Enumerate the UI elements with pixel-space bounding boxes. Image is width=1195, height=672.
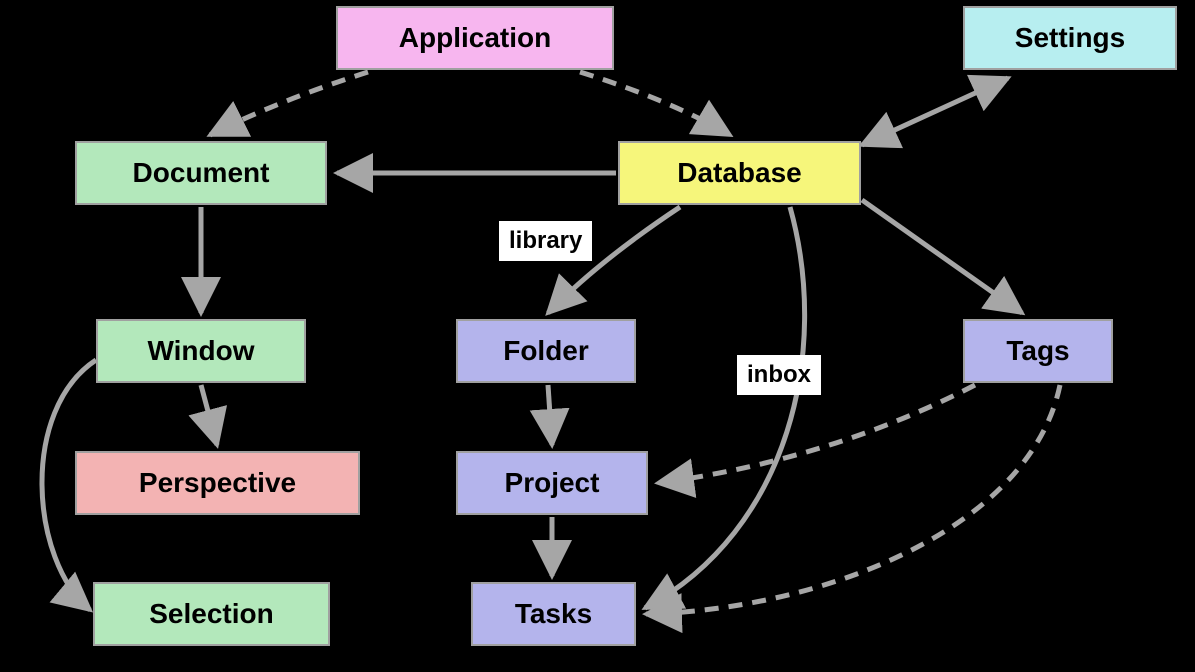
edge-label-library-text: library xyxy=(509,227,582,254)
node-project-label: Project xyxy=(505,467,600,499)
edge-window-perspective xyxy=(201,385,217,445)
node-tasks-label: Tasks xyxy=(515,598,592,630)
edge-label-inbox-text: inbox xyxy=(747,361,811,388)
node-settings-label: Settings xyxy=(1015,22,1125,54)
node-folder-label: Folder xyxy=(503,335,589,367)
node-settings: Settings xyxy=(963,6,1177,70)
node-document-label: Document xyxy=(133,157,270,189)
edge-tags-project xyxy=(658,385,975,483)
node-tasks: Tasks xyxy=(471,582,636,646)
edge-database-tasks xyxy=(645,207,805,608)
node-window: Window xyxy=(96,319,306,383)
edge-application-database xyxy=(580,72,730,135)
edge-label-inbox: inbox xyxy=(737,355,821,395)
edge-database-tags xyxy=(862,200,1022,313)
node-selection: Selection xyxy=(93,582,330,646)
node-application: Application xyxy=(336,6,614,70)
node-tags-label: Tags xyxy=(1006,335,1069,367)
node-selection-label: Selection xyxy=(149,598,273,630)
diagram-canvas: Application Settings Document Database W… xyxy=(0,0,1195,672)
edge-folder-project xyxy=(548,385,552,445)
node-perspective: Perspective xyxy=(75,451,360,515)
node-tags: Tags xyxy=(963,319,1113,383)
node-project: Project xyxy=(456,451,648,515)
node-application-label: Application xyxy=(399,22,551,54)
node-window-label: Window xyxy=(147,335,254,367)
edge-label-library: library xyxy=(499,221,592,261)
node-folder: Folder xyxy=(456,319,636,383)
node-database: Database xyxy=(618,141,861,205)
edge-tags-tasks xyxy=(646,385,1060,614)
node-database-label: Database xyxy=(677,157,802,189)
edge-application-document xyxy=(210,72,368,135)
node-document: Document xyxy=(75,141,327,205)
node-perspective-label: Perspective xyxy=(139,467,296,499)
edge-database-settings xyxy=(862,78,1008,145)
